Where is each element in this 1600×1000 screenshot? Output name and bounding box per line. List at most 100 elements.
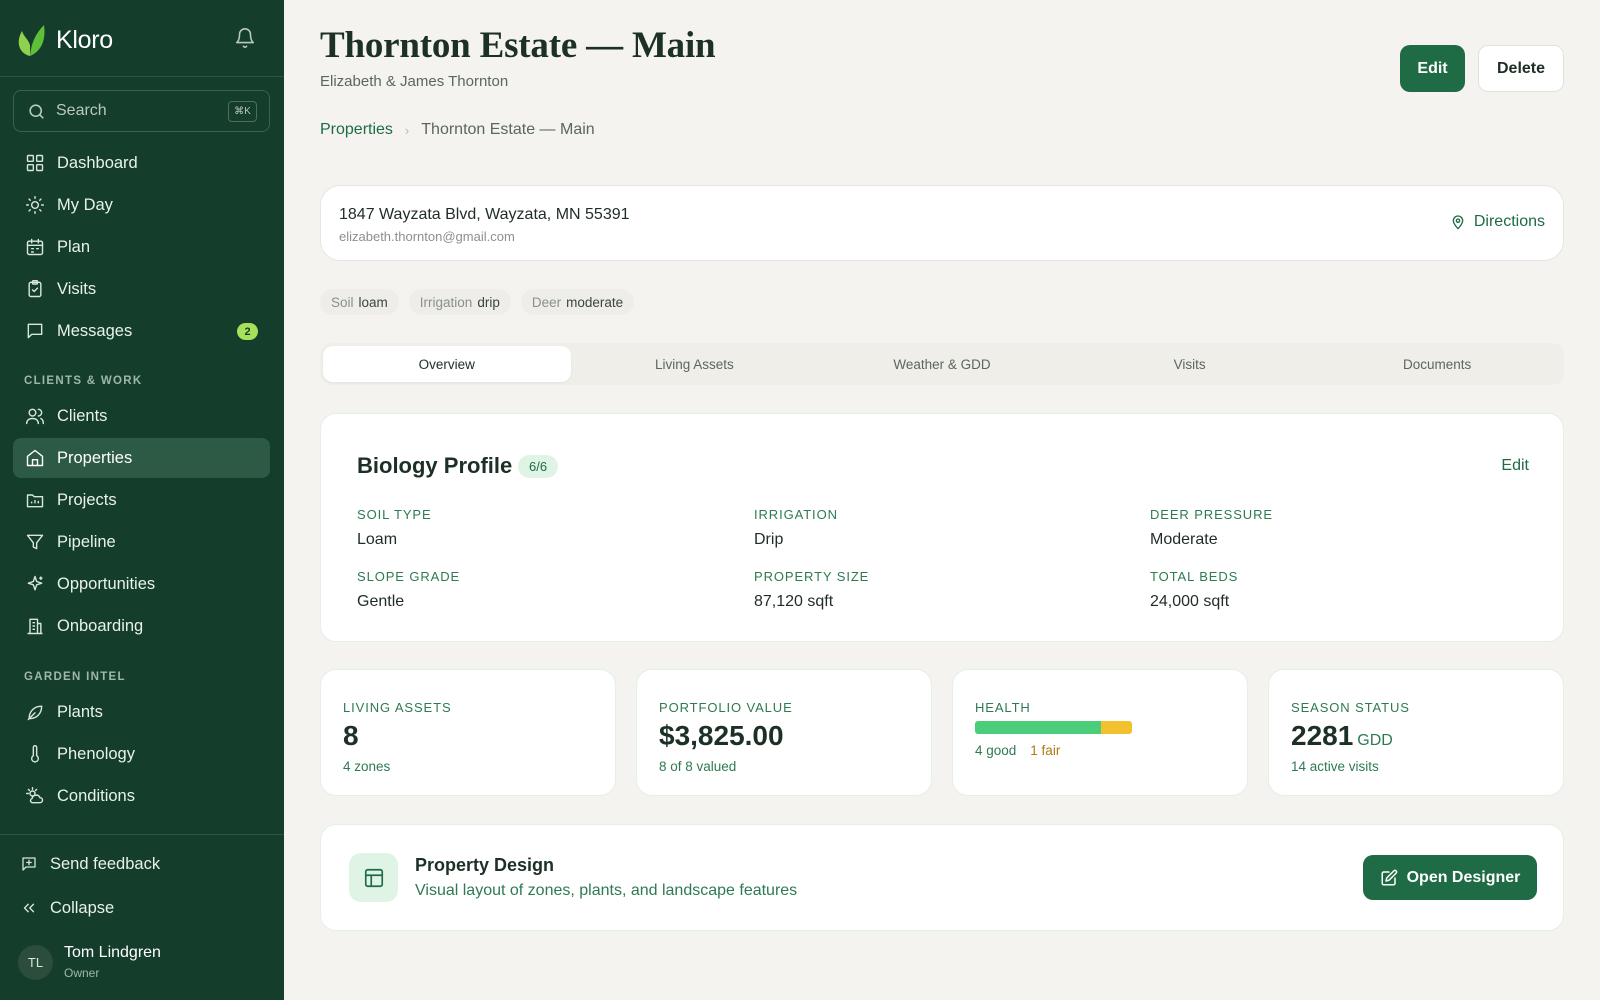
biology-profile-card: Biology Profile 6/6 Edit SOIL TYPE Loam … [320, 413, 1564, 642]
folder-chart-icon [26, 494, 44, 508]
avatar[interactable]: TL [18, 945, 53, 980]
sparkles-icon [27, 575, 43, 591]
field-label-soil-type: SOIL TYPE [357, 507, 432, 522]
sidebar-item-phenology[interactable]: Phenology [13, 734, 270, 774]
search-icon [29, 103, 44, 119]
field-label-irrigation: IRRIGATION [754, 507, 838, 522]
chip-key: Deer [531, 294, 562, 310]
stat-label: HEALTH [975, 700, 1031, 715]
sidebar-item-messages[interactable]: Messages 2 [13, 311, 270, 351]
sidebar-item-label: Conditions [57, 786, 135, 805]
sidebar-footer-divider [0, 834, 284, 835]
tab-living-assets[interactable]: Living Assets [571, 346, 819, 382]
completion-badge: 6/6 [518, 455, 559, 478]
sidebar-item-label: Pipeline [57, 532, 116, 551]
sun-icon [25, 195, 45, 215]
field-value-irrigation: Drip [754, 531, 784, 548]
leaf-icon [27, 705, 43, 721]
sidebar-item-plants[interactable]: Plants [13, 692, 270, 732]
feedback-icon [22, 857, 36, 871]
field-label-total-beds: TOTAL BEDS [1150, 569, 1239, 584]
sidebar-item-label: Properties [57, 448, 133, 467]
brand[interactable]: Kloro [16, 20, 113, 60]
field-value-soil-type: Loam [357, 531, 398, 548]
sidebar-item-plan[interactable]: Plan [13, 227, 270, 267]
client-email: elizabeth.thornton@gmail.com [339, 229, 515, 244]
user-name: Tom Lindgren [64, 944, 161, 961]
stat-card-living-assets[interactable]: LIVING ASSETS 8 4 zones [320, 669, 616, 796]
send-feedback-button[interactable]: Send feedback [20, 849, 160, 879]
stat-card-portfolio-value[interactable]: PORTFOLIO VALUE $3,825.00 8 of 8 valued [636, 669, 932, 796]
thermometer-icon [31, 745, 39, 763]
open-designer-button[interactable]: Open Designer [1363, 855, 1537, 900]
edit-square-icon [1381, 869, 1397, 885]
property-tabs: Overview Living Assets Weather & GDD Vis… [320, 343, 1564, 385]
property-design-subtitle: Visual layout of zones, plants, and land… [415, 882, 798, 899]
health-bar-fair-segment [1100, 721, 1132, 734]
field-value-slope-grade: Gentle [357, 593, 405, 610]
address-card: 1847 Wayzata Blvd, Wayzata, MN 55391 eli… [320, 185, 1564, 261]
health-bar-good-segment [975, 721, 1101, 734]
sidebar-item-clients[interactable]: Clients [13, 396, 270, 436]
stat-card-health[interactable]: HEALTH 4 good 1 fair [952, 669, 1248, 796]
stat-unit: GDD [1357, 732, 1393, 749]
sidebar-item-label: Messages [57, 321, 133, 340]
edit-button[interactable]: Edit [1400, 45, 1465, 92]
property-chips: Soil loam Irrigation drip Deer moderate [320, 289, 635, 315]
stat-card-season-status[interactable]: SEASON STATUS 2281 GDD 14 active visits [1268, 669, 1564, 796]
user-role: Owner [64, 966, 100, 980]
sidebar-item-projects[interactable]: Projects [13, 480, 270, 520]
page-title: Thornton Estate — Main [320, 25, 716, 66]
tab-documents[interactable]: Documents [1313, 346, 1561, 382]
health-good-count: 4 good [975, 743, 1017, 758]
sidebar-item-conditions[interactable]: Conditions [13, 776, 270, 816]
tab-overview[interactable]: Overview [323, 346, 571, 382]
calendar-icon [26, 238, 44, 256]
biology-profile-title: Biology Profile [357, 453, 513, 478]
leaf-logo-icon [18, 25, 45, 56]
chip-soil: Soil loam [320, 289, 399, 315]
brand-name: Kloro [56, 25, 113, 54]
sidebar-item-dashboard[interactable]: Dashboard [13, 143, 270, 183]
search-input[interactable]: Search ⌘K [13, 90, 270, 132]
message-icon [27, 323, 43, 339]
sidebar-item-pipeline[interactable]: Pipeline [13, 522, 270, 562]
section-label-clients: CLIENTS & WORK [24, 375, 143, 387]
sidebar-divider [0, 76, 284, 77]
field-value-total-beds: 24,000 sqft [1150, 593, 1230, 610]
sidebar-item-my-day[interactable]: My Day [13, 185, 270, 225]
sidebar-item-opportunities[interactable]: Opportunities [13, 564, 270, 604]
chip-value: drip [477, 294, 500, 310]
delete-button[interactable]: Delete [1478, 45, 1564, 92]
collapse-label: Collapse [50, 898, 115, 917]
sidebar-item-onboarding[interactable]: Onboarding [13, 606, 270, 646]
clipboard-check-icon [28, 279, 42, 298]
property-design-title: Property Design [415, 855, 555, 875]
property-design-card: Property Design Visual layout of zones, … [320, 824, 1564, 931]
field-label-deer-pressure: DEER PRESSURE [1150, 507, 1273, 522]
biology-edit-link[interactable]: Edit [1501, 457, 1529, 475]
building-icon [27, 618, 43, 635]
chip-key: Irrigation [419, 294, 473, 310]
bell-icon[interactable] [234, 26, 256, 50]
directions-link[interactable]: Directions [1450, 213, 1545, 231]
sidebar-item-properties[interactable]: Properties [13, 438, 270, 478]
grid-icon [26, 154, 44, 172]
tab-visits[interactable]: Visits [1066, 346, 1314, 382]
chip-value: moderate [566, 294, 624, 310]
field-value-property-size: 87,120 sqft [754, 593, 834, 610]
field-value-deer-pressure: Moderate [1150, 531, 1218, 548]
breadcrumb-properties-link[interactable]: Properties [320, 121, 393, 139]
collapse-button[interactable]: Collapse [20, 893, 114, 923]
stat-sub: 8 of 8 valued [659, 759, 737, 774]
health-legend: 4 good 1 fair [975, 743, 1060, 758]
stat-label: LIVING ASSETS [343, 700, 452, 715]
chip-irrigation: Irrigation drip [408, 289, 511, 315]
directions-label: Directions [1473, 213, 1545, 230]
property-address: 1847 Wayzata Blvd, Wayzata, MN 55391 [339, 206, 630, 223]
sidebar-item-visits[interactable]: Visits [13, 269, 270, 309]
stat-value: 8 [343, 720, 359, 751]
field-label-property-size: PROPERTY SIZE [754, 569, 870, 584]
chip-deer: Deer moderate [520, 289, 635, 315]
tab-weather-gdd[interactable]: Weather & GDD [818, 346, 1066, 382]
